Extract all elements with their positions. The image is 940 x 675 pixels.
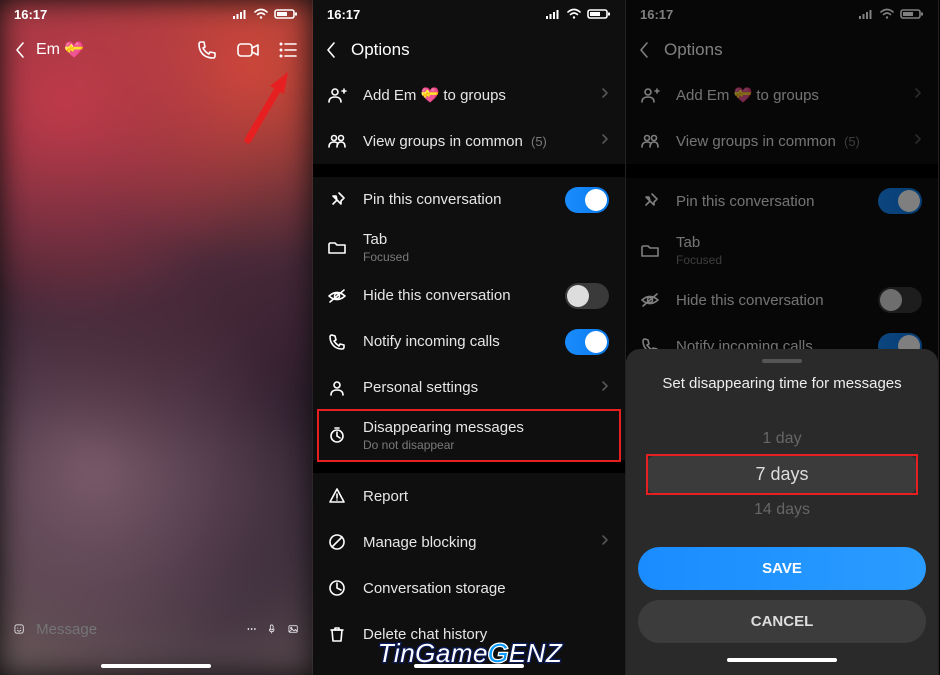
sticker-icon[interactable] (14, 618, 24, 640)
add-person-icon (327, 86, 347, 104)
row-sub: Focused (363, 250, 609, 264)
options-list: Add Em 💝 to groups View groups in common… (313, 72, 625, 657)
chat-actions (196, 39, 298, 61)
chevron-right-icon (601, 86, 609, 104)
wifi-icon (566, 8, 582, 20)
notify-toggle[interactable] (565, 329, 609, 355)
status-icons (232, 8, 298, 20)
row-label: View groups in common (5) (363, 133, 585, 150)
picker-option-selected[interactable]: 7 days (648, 456, 916, 493)
back-icon[interactable] (14, 41, 26, 59)
row-label: Personal settings (363, 379, 585, 396)
picker-option[interactable]: 1 day (638, 422, 926, 456)
row-label: Manage blocking (363, 534, 585, 551)
chat-input-bar (0, 601, 312, 657)
home-indicator[interactable] (0, 657, 312, 675)
screen-chat: 16:17 Em 💝 (0, 0, 313, 675)
folder-icon (327, 240, 347, 256)
block-icon (327, 533, 347, 551)
timer-icon (327, 426, 347, 444)
row-label: Disappearing messages (363, 419, 609, 436)
more-icon[interactable] (247, 620, 256, 638)
eye-off-icon (327, 288, 347, 304)
row-label: Report (363, 488, 609, 505)
screen-options: 16:17 Options Add Em 💝 to groups View gr… (313, 0, 626, 675)
home-indicator[interactable] (313, 657, 625, 675)
picker-option[interactable] (638, 406, 926, 422)
chevron-right-icon (601, 379, 609, 397)
call-icon[interactable] (196, 39, 218, 61)
row-pin[interactable]: Pin this conversation (313, 177, 625, 223)
signal-icon (545, 8, 561, 20)
options-title: Options (351, 40, 410, 60)
chevron-right-icon (601, 132, 609, 150)
save-button[interactable]: SAVE (638, 547, 926, 590)
chat-emoji: 💝 (64, 40, 84, 60)
pin-toggle[interactable] (565, 187, 609, 213)
row-personal[interactable]: Personal settings (313, 365, 625, 411)
cancel-button[interactable]: CANCEL (638, 600, 926, 643)
status-time: 16:17 (327, 7, 360, 22)
status-bar: 16:17 (313, 0, 625, 28)
row-sub: Do not disappear (363, 438, 609, 452)
row-blocking[interactable]: Manage blocking (313, 519, 625, 565)
hide-toggle[interactable] (565, 283, 609, 309)
row-delete-history[interactable]: Delete chat history (313, 611, 625, 657)
status-time: 16:17 (14, 7, 47, 22)
row-label: Pin this conversation (363, 191, 549, 208)
chat-content[interactable] (0, 72, 312, 601)
row-hide[interactable]: Hide this conversation (313, 273, 625, 319)
wifi-icon (253, 8, 269, 20)
pin-icon (327, 191, 347, 209)
chevron-right-icon (601, 533, 609, 551)
row-notify[interactable]: Notify incoming calls (313, 319, 625, 365)
row-add-to-groups[interactable]: Add Em 💝 to groups (313, 72, 625, 118)
row-label: Tab (363, 231, 609, 248)
row-label: Delete chat history (363, 626, 609, 643)
row-tab[interactable]: Tab Focused (313, 223, 625, 273)
row-storage[interactable]: Conversation storage (313, 565, 625, 611)
status-icons (545, 8, 611, 20)
picker-option[interactable]: 14 days (638, 493, 926, 527)
back-icon[interactable] (325, 41, 337, 59)
chat-name: Em (36, 41, 60, 59)
row-label: Hide this conversation (363, 287, 549, 304)
time-picker[interactable]: 1 day 7 days 14 days (638, 406, 926, 527)
message-input[interactable] (36, 621, 235, 638)
chat-title[interactable]: Em 💝 (36, 40, 186, 60)
menu-list-icon[interactable] (278, 41, 298, 59)
home-indicator[interactable] (727, 653, 837, 667)
trash-icon (327, 625, 347, 643)
chat-header: Em 💝 (0, 28, 312, 72)
battery-icon (587, 8, 611, 20)
status-bar: 16:17 (0, 0, 312, 28)
row-label: Conversation storage (363, 580, 609, 597)
warning-icon (327, 487, 347, 505)
signal-icon (232, 8, 248, 20)
row-report[interactable]: Report (313, 473, 625, 519)
options-header: Options (313, 28, 625, 72)
groups-icon (327, 133, 347, 149)
settings-person-icon (327, 379, 347, 397)
call-icon (327, 333, 347, 351)
row-label: Add Em 💝 to groups (363, 86, 585, 104)
row-disappearing[interactable]: Disappearing messages Do not disappear (313, 411, 625, 461)
row-view-groups[interactable]: View groups in common (5) (313, 118, 625, 164)
sheet-title: Set disappearing time for messages (662, 375, 901, 392)
battery-icon (274, 8, 298, 20)
row-label: Notify incoming calls (363, 333, 549, 350)
image-icon[interactable] (288, 620, 298, 638)
sheet-grabber[interactable] (762, 359, 802, 363)
mic-icon[interactable] (268, 618, 275, 640)
video-icon[interactable] (236, 41, 260, 59)
disappearing-sheet: Set disappearing time for messages 1 day… (626, 349, 938, 675)
screen-disappearing-sheet: 16:17 Options Add Em 💝 to groups View gr… (626, 0, 939, 675)
storage-icon (327, 579, 347, 597)
